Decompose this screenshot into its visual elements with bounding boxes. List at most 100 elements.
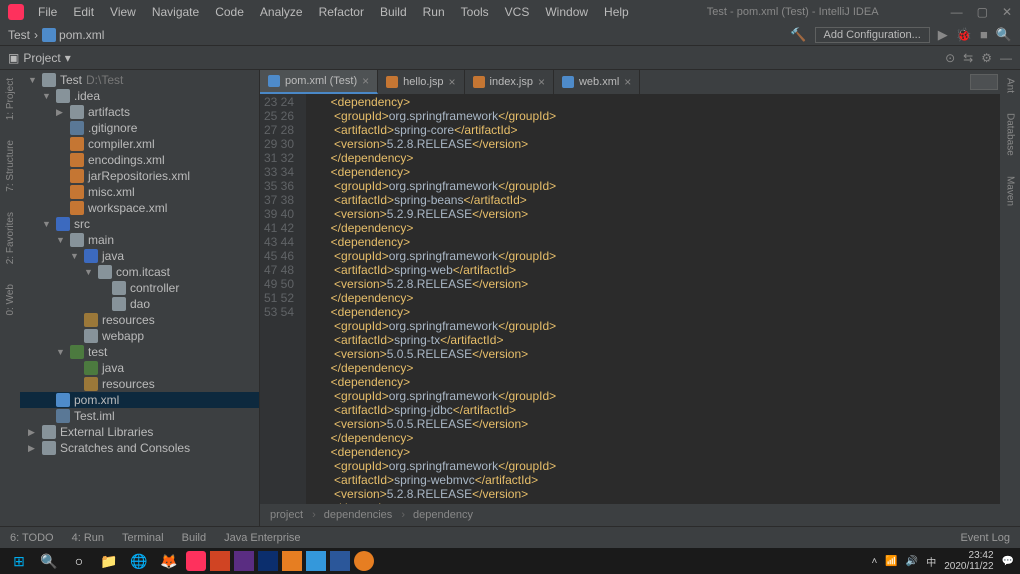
tree-item[interactable]: ▶Scratches and Consoles: [20, 440, 259, 456]
volume-icon[interactable]: 🔊: [906, 556, 918, 567]
tree-item[interactable]: encodings.xml: [20, 152, 259, 168]
menu-view[interactable]: View: [104, 3, 142, 21]
intellij-task-icon[interactable]: [186, 551, 206, 571]
gear-icon[interactable]: ⚙: [981, 51, 992, 65]
left-tool[interactable]: 1: Project: [5, 78, 16, 120]
word-icon[interactable]: [330, 551, 350, 571]
run-tool[interactable]: 4: Run: [72, 532, 104, 544]
menu-analyze[interactable]: Analyze: [254, 3, 309, 21]
editor-crumb-item[interactable]: dependencies: [324, 509, 405, 521]
tree-item[interactable]: Test.iml: [20, 408, 259, 424]
jee-tool[interactable]: Java Enterprise: [224, 532, 300, 544]
editor-tab[interactable]: hello.jsp×: [378, 70, 464, 94]
menu-window[interactable]: Window: [539, 3, 594, 21]
editor-tab[interactable]: pom.xml (Test)×: [260, 70, 378, 94]
left-tool[interactable]: 2: Favorites: [5, 212, 16, 264]
tree-item[interactable]: ▼Test D:\Test: [20, 72, 259, 88]
run-icon[interactable]: ▶: [938, 27, 948, 43]
wifi-icon[interactable]: 📶: [885, 556, 897, 567]
menu-edit[interactable]: Edit: [67, 3, 100, 21]
tree-item[interactable]: java: [20, 360, 259, 376]
maximize-icon[interactable]: ▢: [977, 5, 988, 19]
close-icon[interactable]: ✕: [1002, 5, 1012, 19]
tree-item[interactable]: compiler.xml: [20, 136, 259, 152]
tree-item[interactable]: dao: [20, 296, 259, 312]
add-configuration-button[interactable]: Add Configuration...: [815, 27, 930, 43]
search-icon[interactable]: 🔍: [996, 27, 1012, 43]
close-tab-icon[interactable]: ×: [362, 74, 369, 88]
firefox-icon[interactable]: 🦊: [156, 550, 182, 572]
editor-tab[interactable]: index.jsp×: [465, 70, 554, 94]
debug-icon[interactable]: 🐞: [956, 27, 972, 43]
tree-item[interactable]: ▼java: [20, 248, 259, 264]
menu-help[interactable]: Help: [598, 3, 635, 21]
menu-run[interactable]: Run: [417, 3, 451, 21]
tree-item[interactable]: ▼main: [20, 232, 259, 248]
menu-tools[interactable]: Tools: [455, 3, 495, 21]
locate-icon[interactable]: ⊙: [945, 51, 955, 65]
edge-icon[interactable]: 🌐: [126, 550, 152, 572]
editor-tab[interactable]: web.xml×: [554, 70, 640, 94]
menu-vcs[interactable]: VCS: [499, 3, 536, 21]
code-body[interactable]: <dependency> <groupId>org.springframewor…: [306, 94, 1000, 504]
todo-tool[interactable]: 6: TODO: [10, 532, 54, 544]
tray-icon[interactable]: ˄: [871, 556, 877, 567]
clock[interactable]: 23:42 2020/11/22: [944, 550, 993, 572]
close-tab-icon[interactable]: ×: [538, 75, 545, 89]
tree-item[interactable]: jarRepositories.xml: [20, 168, 259, 184]
terminal-tool[interactable]: Terminal: [122, 532, 164, 544]
editor-crumb-item[interactable]: dependency: [413, 509, 473, 521]
tree-item[interactable]: misc.xml: [20, 184, 259, 200]
tree-item[interactable]: ▼src: [20, 216, 259, 232]
right-tool[interactable]: Ant: [1005, 78, 1016, 93]
right-tool[interactable]: Maven: [1005, 176, 1016, 206]
right-tool[interactable]: Database: [1005, 113, 1016, 156]
tree-item[interactable]: ▶External Libraries: [20, 424, 259, 440]
app-icon-4[interactable]: [306, 551, 326, 571]
ime-icon[interactable]: 中: [926, 554, 936, 569]
tree-item[interactable]: pom.xml: [20, 392, 259, 408]
left-tool[interactable]: 7: Structure: [5, 140, 16, 192]
breadcrumb-file[interactable]: pom.xml: [59, 28, 104, 42]
project-view-label[interactable]: ▣ Project ▾: [0, 51, 79, 65]
expand-icon[interactable]: ⇆: [963, 51, 973, 65]
build-hammer-icon[interactable]: 🔨: [790, 27, 806, 43]
tree-item[interactable]: ▼test: [20, 344, 259, 360]
menu-code[interactable]: Code: [209, 3, 250, 21]
build-tool[interactable]: Build: [182, 532, 206, 544]
app-icon-2[interactable]: [258, 551, 278, 571]
menu-navigate[interactable]: Navigate: [146, 3, 205, 21]
menu-file[interactable]: File: [32, 3, 63, 21]
close-tab-icon[interactable]: ×: [624, 75, 631, 89]
hide-icon[interactable]: —: [1000, 51, 1012, 65]
tree-item[interactable]: resources: [20, 312, 259, 328]
search-task-icon[interactable]: 🔍: [36, 550, 62, 572]
cortana-icon[interactable]: ○: [66, 550, 92, 572]
tree-item[interactable]: ▼.idea: [20, 88, 259, 104]
tree-item[interactable]: ▼com.itcast: [20, 264, 259, 280]
project-tree[interactable]: ▼Test D:\Test▼.idea▶artifacts.gitignorec…: [20, 70, 260, 526]
app-icon-3[interactable]: [282, 551, 302, 571]
breadcrumb-root[interactable]: Test: [8, 28, 30, 42]
vscode-icon[interactable]: [234, 551, 254, 571]
editor-crumb-item[interactable]: project: [270, 509, 316, 521]
tree-item[interactable]: .gitignore: [20, 120, 259, 136]
minimize-icon[interactable]: —: [951, 5, 963, 19]
close-tab-icon[interactable]: ×: [449, 75, 456, 89]
explorer-icon[interactable]: 📁: [96, 550, 122, 572]
left-tool[interactable]: 0: Web: [5, 284, 16, 316]
menu-build[interactable]: Build: [374, 3, 413, 21]
app-icon-1[interactable]: [210, 551, 230, 571]
minimap[interactable]: [970, 74, 998, 90]
menu-refactor[interactable]: Refactor: [313, 3, 370, 21]
tree-item[interactable]: ▶artifacts: [20, 104, 259, 120]
tree-item[interactable]: webapp: [20, 328, 259, 344]
tree-item[interactable]: workspace.xml: [20, 200, 259, 216]
notifications-icon[interactable]: 💬: [1002, 556, 1014, 567]
tree-item[interactable]: controller: [20, 280, 259, 296]
stop-icon[interactable]: ■: [980, 27, 988, 42]
event-log[interactable]: Event Log: [960, 532, 1010, 544]
app-icon-5[interactable]: [354, 551, 374, 571]
tree-item[interactable]: resources: [20, 376, 259, 392]
start-button[interactable]: ⊞: [6, 550, 32, 572]
